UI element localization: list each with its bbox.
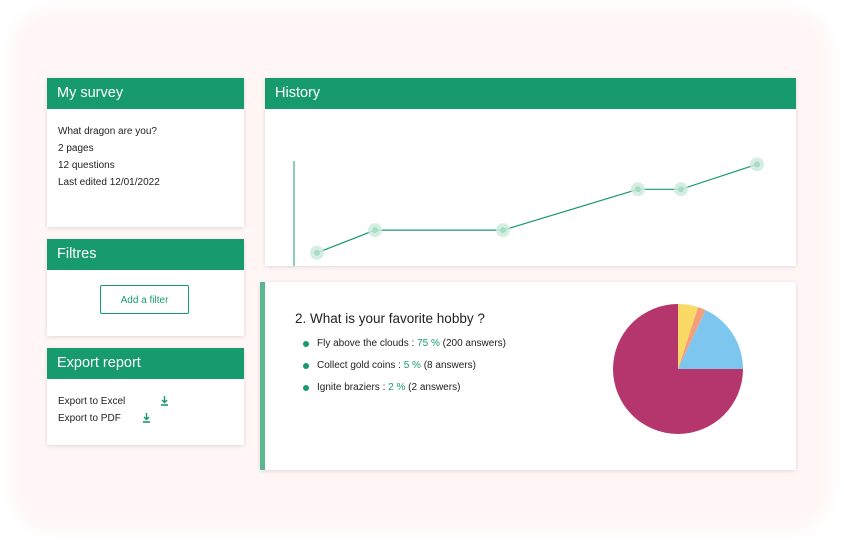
answer-percent: 2 % <box>388 382 406 393</box>
question-title: 2. What is your favorite hobby ? <box>295 311 485 326</box>
export-card-title: Export report <box>47 348 244 379</box>
survey-question: What dragon are you? <box>58 126 157 137</box>
history-line-chart <box>293 157 764 266</box>
survey-card-title: My survey <box>47 78 244 109</box>
answer-item: Fly above the clouds : 75 % (200 answers… <box>303 338 506 360</box>
history-card: History <box>265 78 796 266</box>
export-card: Export report Export to Excel Export to … <box>47 348 244 445</box>
survey-card: My survey What dragon are you? 2 pages 1… <box>47 78 244 227</box>
survey-questions-count: 12 questions <box>58 160 115 171</box>
download-icon[interactable] <box>160 395 169 407</box>
export-pdf-label[interactable]: Export to PDF <box>58 410 121 427</box>
answer-item: Collect gold coins : 5 % (8 answers) <box>303 360 506 382</box>
answer-percent: 5 % <box>403 360 421 371</box>
history-series-line <box>316 163 758 254</box>
hobby-pie-chart <box>613 304 743 434</box>
data-point[interactable] <box>500 227 506 234</box>
filters-card-title: Filtres <box>47 239 244 270</box>
download-icon[interactable] <box>142 412 151 424</box>
data-point[interactable] <box>635 186 641 193</box>
bullet-icon <box>303 363 309 369</box>
answer-percent: 75 % <box>417 338 440 349</box>
data-point[interactable] <box>314 249 320 256</box>
bullet-icon <box>303 385 309 391</box>
history-card-title: History <box>265 78 796 109</box>
add-filter-button[interactable]: Add a filter <box>100 285 189 314</box>
hobby-question-card: 2. What is your favorite hobby ? Fly abo… <box>260 282 796 470</box>
export-excel-label[interactable]: Export to Excel <box>58 393 125 410</box>
data-point[interactable] <box>754 161 760 168</box>
data-point[interactable] <box>372 227 378 234</box>
data-point[interactable] <box>678 186 684 193</box>
answer-item: Ignite braziers : 2 % (2 answers) <box>303 382 506 404</box>
export-excel-row[interactable]: Export to Excel <box>47 393 244 410</box>
bullet-icon <box>303 341 309 347</box>
export-pdf-row[interactable]: Export to PDF <box>47 410 244 427</box>
survey-last-edited: Last edited 12/01/2022 <box>58 177 160 188</box>
survey-pages: 2 pages <box>58 143 94 154</box>
filters-card: Filtres Add a filter <box>47 239 244 336</box>
